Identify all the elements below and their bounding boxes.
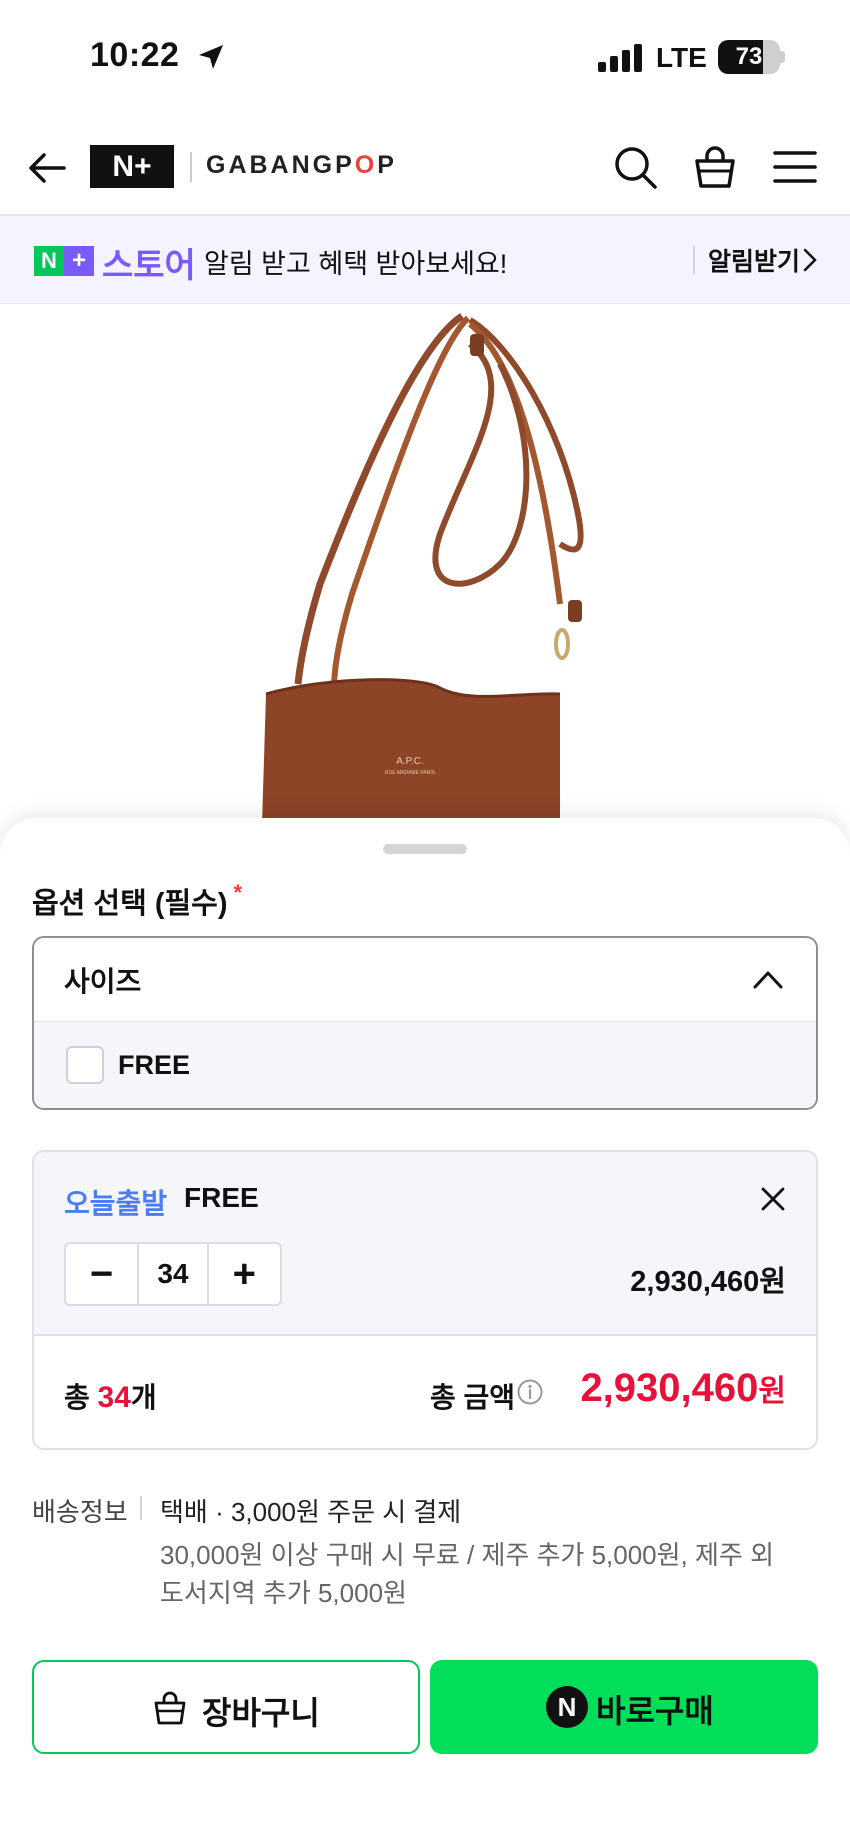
decrement-button[interactable]: − [66, 1244, 137, 1304]
leather-bag-image: A.P.C. RUE MADAME PARIS [262, 313, 584, 824]
total-amount-label: 총 금액 [430, 1382, 516, 1413]
signal-icon [598, 44, 642, 72]
buy-now-label: 바로구매 [596, 1693, 714, 1729]
brand-name[interactable]: GABANGPOP [206, 151, 397, 180]
total-count: 총 34개 [64, 1376, 157, 1416]
notify-button[interactable]: 알림받기 [708, 242, 800, 278]
option-title: 옵션 선택 (필수) * [32, 880, 242, 922]
close-icon[interactable] [758, 1184, 788, 1214]
total-count-suffix: 개 [130, 1382, 157, 1413]
battery-level: 73 [735, 43, 763, 70]
brand-name-suffix: P [377, 151, 397, 179]
app-header: N+ GABANGPOP [0, 118, 850, 216]
delivery-divider [140, 1496, 142, 1520]
size-select-label: 사이즈 [64, 966, 142, 997]
delivery-fee-info: 30,000원 이상 구매 시 무료 / 제주 추가 5,000원, 제주 외 … [160, 1540, 774, 1608]
info-icon[interactable] [516, 1378, 544, 1406]
battery-tip [780, 51, 785, 63]
location-arrow-icon [199, 45, 223, 69]
nplus-store-logo: N + [34, 246, 94, 276]
banner-store-label: 스토어 [102, 247, 196, 285]
selected-item-row: 오늘출발 FREE − 34 + 2,930,460원 [34, 1152, 816, 1336]
nplus-store-logo-plus: + [64, 246, 94, 276]
logo-divider [190, 152, 192, 182]
size-option-label: FREE [118, 1050, 191, 1080]
add-to-cart-label: 장바구니 [202, 1695, 320, 1731]
option-bottom-sheet: 옵션 선택 (필수) * 사이즈 FREE 오늘출발 FREE − 34 + 2… [0, 818, 850, 1842]
banner-divider [693, 246, 695, 274]
size-option-free[interactable]: FREE [34, 1022, 816, 1108]
size-option-checkbox[interactable] [66, 1046, 104, 1084]
product-image: A.P.C. RUE MADAME PARIS [0, 304, 850, 824]
brand-name-o: O [354, 151, 378, 179]
total-count-prefix: 총 [64, 1382, 98, 1413]
search-icon[interactable] [612, 144, 658, 190]
chevron-up-icon [753, 971, 783, 989]
quantity-stepper: − 34 + [64, 1242, 282, 1306]
total-amount-value: 2,930,460 [580, 1366, 759, 1410]
notification-banner[interactable]: N + 스토어 알림 받고 혜택 받아보세요! 알림받기 [0, 216, 850, 304]
total-row: 총 34개 총 금액 2,930,460원 [34, 1336, 816, 1448]
banner-message: 알림 받고 혜택 받아보세요! [204, 249, 508, 279]
add-to-cart-button[interactable]: 장바구니 [32, 1660, 420, 1754]
size-select-header[interactable]: 사이즈 [34, 938, 816, 1022]
option-title-text: 옵션 선택 (필수) [32, 888, 228, 920]
battery-icon: 73 [718, 40, 780, 74]
total-count-number: 34 [97, 1381, 131, 1414]
svg-text:A.P.C.: A.P.C. [396, 756, 424, 767]
shopping-bag-icon[interactable] [692, 144, 738, 190]
cart-bag-icon [154, 1691, 186, 1725]
increment-button[interactable]: + [209, 1244, 280, 1304]
delivery-label: 배송정보 [32, 1497, 128, 1527]
nplus-store-logo-n: N [34, 246, 64, 276]
item-price: 2,930,460원 [630, 1266, 786, 1298]
network-type: LTE [656, 42, 707, 73]
status-bar: 10:22 LTE 73 [0, 0, 850, 118]
svg-text:RUE MADAME PARIS: RUE MADAME PARIS [385, 770, 436, 776]
required-mark: * [233, 880, 243, 905]
buy-now-button[interactable]: N 바로구매 [430, 1660, 818, 1754]
status-time: 10:22 [90, 36, 180, 74]
back-arrow-icon[interactable] [26, 146, 70, 190]
brand-name-prefix: GABANGP [206, 151, 355, 179]
selected-item-card: 오늘출발 FREE − 34 + 2,930,460원 총 34개 총 금액 2… [32, 1150, 818, 1450]
product-page: 10:22 LTE 73 N+ GABANGPOP N + 스토어 알림 받고 … [0, 0, 850, 1842]
delivery-main-info: 택배 · 3,000원 주문 시 결제 [160, 1497, 462, 1527]
selected-option-label: FREE [184, 1182, 259, 1213]
chevron-right-icon [803, 248, 817, 272]
total-amount: 2,930,460원 [580, 1366, 786, 1411]
sheet-drag-handle[interactable] [383, 844, 467, 854]
size-select: 사이즈 FREE [32, 936, 818, 1110]
nplus-logo[interactable]: N+ [90, 145, 174, 188]
total-amount-unit: 원 [758, 1375, 786, 1408]
shipping-tag: 오늘출발 [64, 1188, 168, 1219]
naver-pay-icon: N [546, 1686, 588, 1728]
menu-icon[interactable] [772, 144, 818, 190]
quantity-value[interactable]: 34 [137, 1244, 209, 1304]
